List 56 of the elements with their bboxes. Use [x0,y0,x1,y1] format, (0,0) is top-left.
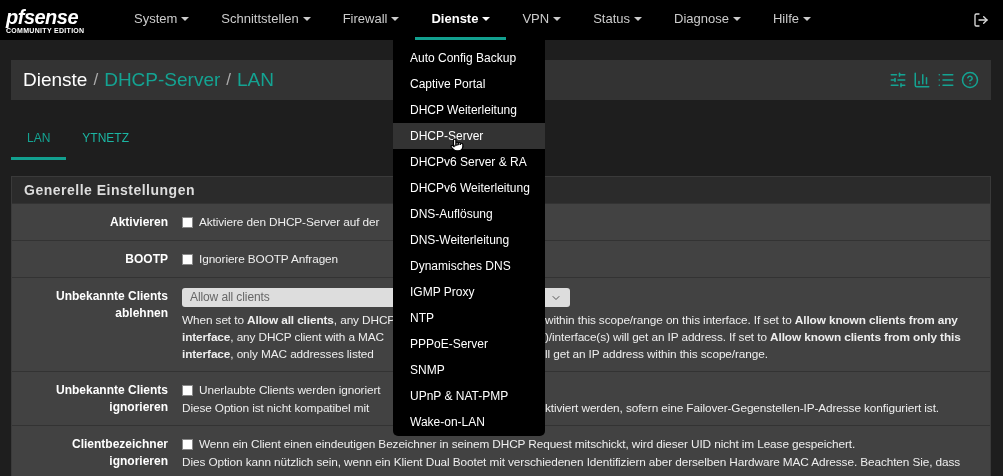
nav-menu-item[interactable]: VPN [506,0,578,40]
bar-chart-icon[interactable] [913,71,931,89]
help-text: within this scope/range on this interface. If set to Allow known clients from any [545,312,958,329]
help-text: interface, only MAC addresses listed [182,346,374,363]
menu-item[interactable]: SNMP [393,357,545,383]
checkbox-label: Wenn ein Client einen eindeutigen Bezeichner in seinem DHCP Request mitschickt, wird dieser UID nicht im Lease gespeichert. [199,436,856,453]
field-label: Unbekannte Clients ablehnen [54,288,168,322]
breadcrumb-separator: / [226,70,231,90]
help-text: When set to Allow all clients, any DHCP [182,312,396,329]
menu-item[interactable]: Dynamisches DNS [393,253,545,279]
pfsense-logo[interactable]: pfsense [6,6,79,27]
menu-item[interactable]: DHCP Weiterleitung [393,97,545,123]
field-label: Aktivieren [108,214,168,231]
checkbox[interactable] [182,254,193,265]
list-icon[interactable] [937,71,955,89]
tab[interactable]: LAN [11,118,67,160]
nav-menu-item[interactable]: Status [577,0,659,40]
nav-menu-item[interactable]: Schnittstellen [205,0,327,40]
field-label: Unbekannte Clients ignorieren [54,382,168,416]
nav-menu-item[interactable]: Diagnose [658,0,757,40]
help-text: ll get an IP address within this scope/range. [545,346,768,363]
checkbox-label: Unerlaubte Clients werden ignoriert [199,382,381,399]
menu-item[interactable]: DHCPv6 Weiterleitung [393,175,545,201]
checkbox-label: Aktiviere den DHCP-Server auf der [199,214,380,231]
menu-item[interactable]: Wake-on-LAN [393,409,545,435]
menu-item[interactable]: Captive Portal [393,71,545,97]
breadcrumb-item[interactable]: LAN [237,69,274,91]
nav-menu-item[interactable]: System [118,0,206,40]
menu-item[interactable]: Auto Config Backup [393,45,545,71]
help-text: ktiviert werden, sofern eine Failover-Gegenstellen-IP-Adresse konfiguriert ist. [545,400,940,417]
nav-menu-item[interactable]: Firewall [326,0,416,40]
checkbox[interactable] [182,439,193,450]
field-label: BOOTP [124,251,168,268]
checkbox[interactable] [182,385,193,396]
breadcrumb-item[interactable]: DHCP-Server [104,69,221,91]
menu-item[interactable]: PPPoE-Server [393,331,545,357]
help-icon[interactable] [961,71,979,89]
tab[interactable]: YTNETZ [66,118,145,160]
breadcrumb-item: Dienste [23,69,88,91]
sliders-icon[interactable] [889,71,907,89]
field-label: Clientbezeichner ignorieren [70,436,168,470]
checkbox[interactable] [182,217,193,228]
help-text: interface, any DHCP client with a MAC [182,329,384,346]
menu-item[interactable]: DHCPv6 Server & RA [393,149,545,175]
help-text: Dies Option kann nützlich sein, wenn ein Klient Dual Bootet mit verschiedenen Identifiziern aber derselben Hardware MAC Adresse. Beachten Sie, dass [182,454,961,471]
menu-item[interactable]: UPnP & NAT-PMP [393,383,545,409]
breadcrumb-separator: / [93,70,99,90]
checkbox-label: Ignoriere BOOTP Anfragen [199,251,339,268]
menu-item[interactable]: DHCP-Server [393,123,545,149]
help-text: )/interface(s) will get an IP address. If set to Allow known clients from only this [545,329,961,346]
menu-item[interactable]: DNS-Auflösung [393,201,545,227]
menu-item[interactable]: DNS-Weiterleitung [393,227,545,253]
menu-item[interactable]: NTP [393,305,545,331]
hand-cursor-icon [450,138,464,152]
help-text: Diese Option ist nicht kompatibel mit [182,400,370,417]
nav-menu-item[interactable]: Hilfe [756,0,827,40]
